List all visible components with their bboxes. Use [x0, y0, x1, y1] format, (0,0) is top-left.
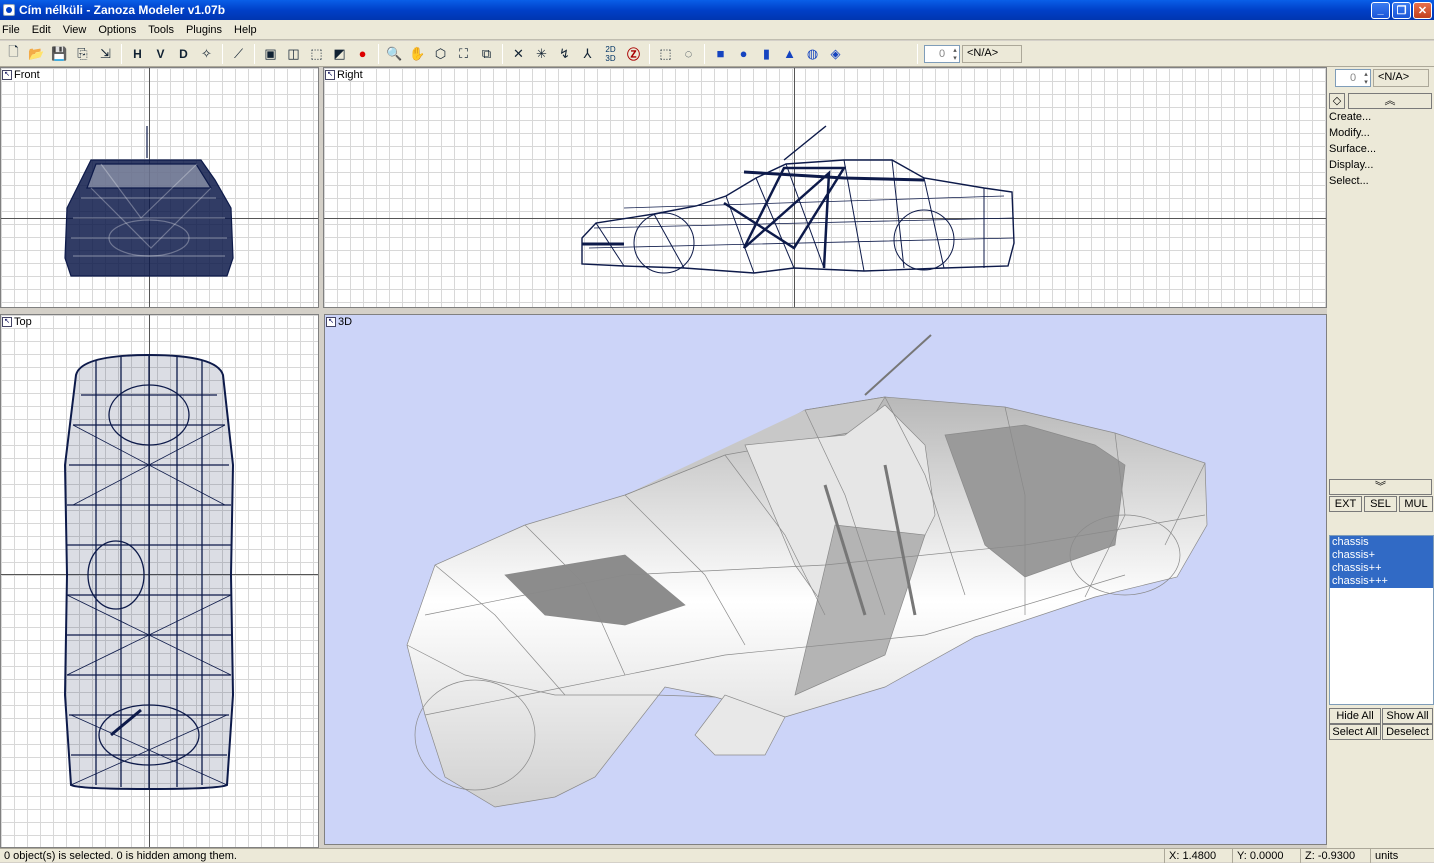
circle-select-icon[interactable]: ◌ — [678, 43, 700, 65]
viewport-label-top: ↖ Top — [2, 316, 34, 328]
zoom-all-icon[interactable]: ⧉ — [476, 43, 498, 65]
import-icon[interactable]: ⎘ — [72, 43, 94, 65]
menu-view[interactable]: View — [61, 24, 93, 36]
save-icon[interactable]: 💾 — [49, 43, 71, 65]
collapse-up-button[interactable]: ︽ — [1348, 93, 1432, 109]
status-units: units — [1370, 849, 1434, 863]
deselect-button[interactable]: Deselect — [1382, 724, 1433, 740]
box-rotate-icon[interactable]: ⬚ — [306, 43, 328, 65]
menu-help[interactable]: Help — [232, 24, 263, 36]
status-x: X: 1.4800 — [1164, 849, 1232, 863]
status-message: 0 object(s) is selected. 0 is hidden amo… — [4, 850, 237, 862]
maximize-button[interactable]: ❐ — [1392, 1, 1411, 19]
panel-nav-field[interactable]: <N/A> — [1373, 69, 1429, 87]
primitive-cylinder-icon[interactable]: ▮ — [756, 43, 778, 65]
window-title: Cím nélküli - Zanoza Modeler v1.07b — [19, 3, 226, 17]
primitive-box-icon[interactable]: ■ — [710, 43, 732, 65]
object-list[interactable]: chassis chassis+ chassis++ chassis+++ — [1329, 535, 1434, 705]
panel-menu-display[interactable]: Display... — [1327, 158, 1432, 174]
menu-tools[interactable]: Tools — [146, 24, 180, 36]
ext-button[interactable]: EXT — [1329, 496, 1362, 512]
top-wireframe — [63, 353, 235, 791]
perspective-viewport[interactable]: ↖ 3D — [324, 314, 1327, 845]
front-wireframe — [64, 126, 234, 277]
toolbar-spinner[interactable]: 0 — [924, 44, 960, 63]
toolbar-nav-field[interactable]: <N/A> — [962, 44, 1022, 63]
h-button[interactable]: H — [127, 43, 149, 65]
cube-view-icon[interactable]: ⬡ — [430, 43, 452, 65]
axis-pivot-icon[interactable]: ⅄ — [577, 43, 599, 65]
viewport-label-right: ↖ Right — [325, 69, 365, 81]
zoom-icon[interactable]: 🔍 — [384, 43, 406, 65]
zoom-extents-icon[interactable]: ⛶ — [453, 43, 475, 65]
pan-hand-icon[interactable]: ✋ — [407, 43, 429, 65]
menu-file[interactable]: File — [0, 24, 26, 36]
open-folder-icon[interactable]: 📂 — [26, 43, 48, 65]
viewport-label-3d: ↖ 3D — [326, 316, 354, 328]
close-button[interactable]: ✕ — [1413, 1, 1432, 19]
new-file-icon[interactable]: 🗋 — [3, 43, 25, 65]
sel-button[interactable]: SEL — [1364, 496, 1397, 512]
minimize-button[interactable]: _ — [1371, 1, 1390, 19]
primitive-torus-icon[interactable]: ◍ — [802, 43, 824, 65]
panel-toggle-button[interactable]: ◇ — [1329, 93, 1345, 109]
viewport-pin-icon[interactable]: ↖ — [2, 70, 12, 80]
d-button[interactable]: D — [173, 43, 195, 65]
viewport-pin-icon[interactable]: ↖ — [2, 317, 12, 327]
menu-edit[interactable]: Edit — [30, 24, 57, 36]
select-all-button[interactable]: Select All — [1329, 724, 1381, 740]
status-z: Z: -0.9300 — [1300, 849, 1370, 863]
export-icon[interactable]: ⇲ — [95, 43, 117, 65]
toolbar: 🗋 📂 💾 ⎘ ⇲ H V D ✧ ⟋ ▣ ◫ ⬚ ◩ ● 🔍 ✋ ⬡ ⛶ ⧉ … — [0, 41, 1434, 67]
panel-menu: Create... Modify... Surface... Display..… — [1327, 110, 1432, 190]
show-all-button[interactable]: Show All — [1382, 708, 1433, 724]
mul-button[interactable]: MUL — [1399, 496, 1433, 512]
top-viewport[interactable]: ↖ Top — [0, 314, 319, 848]
primitive-cone-icon[interactable]: ▲ — [779, 43, 801, 65]
panel-spinner[interactable]: 0 — [1335, 69, 1371, 87]
status-bar: 0 object(s) is selected. 0 is hidden amo… — [0, 848, 1434, 863]
primitive-sphere-icon[interactable]: ● — [733, 43, 755, 65]
list-item[interactable]: chassis — [1330, 536, 1433, 549]
panel-menu-surface[interactable]: Surface... — [1327, 142, 1432, 158]
rect-select-icon[interactable]: ⬚ — [655, 43, 677, 65]
box-scale-icon[interactable]: ◩ — [329, 43, 351, 65]
axis-move-icon[interactable]: ✕ — [508, 43, 530, 65]
menu-options[interactable]: Options — [96, 24, 142, 36]
viewport-label-front: ↖ Front — [2, 69, 42, 81]
collapse-down-button[interactable]: ︾ — [1329, 479, 1432, 495]
toolbar-separator — [121, 43, 122, 64]
viewport-pin-icon[interactable]: ↖ — [325, 70, 335, 80]
list-item[interactable]: chassis+++ — [1330, 575, 1433, 588]
2d-3d-icon[interactable]: 2D 3D — [600, 43, 622, 65]
command-panel: 0 <N/A> ◇ ︽ Create... Modify... Surface.… — [1327, 67, 1434, 848]
list-item[interactable]: chassis+ — [1330, 549, 1433, 562]
v-button[interactable]: V — [150, 43, 172, 65]
vertex-path-icon[interactable]: ⟋ — [228, 43, 250, 65]
axis-rotate-icon[interactable]: ✳ — [531, 43, 553, 65]
menu-bar: File Edit View Options Tools Plugins Hel… — [0, 20, 1434, 40]
render-sphere-icon[interactable]: ● — [352, 43, 374, 65]
primitive-object-icon[interactable]: ◈ — [825, 43, 847, 65]
scatter-icon[interactable]: ✧ — [196, 43, 218, 65]
front-viewport[interactable]: ↖ Front — [0, 67, 319, 308]
menu-plugins[interactable]: Plugins — [184, 24, 228, 36]
axis-scale-icon[interactable]: ↯ — [554, 43, 576, 65]
right-viewport[interactable]: ↖ Right — [323, 67, 1327, 308]
panel-menu-create[interactable]: Create... — [1327, 110, 1432, 126]
hide-all-button[interactable]: Hide All — [1329, 708, 1381, 724]
title-bar: Cím nélküli - Zanoza Modeler v1.07b _ ❐ … — [0, 0, 1434, 20]
app-icon[interactable] — [3, 4, 15, 16]
panel-menu-modify[interactable]: Modify... — [1327, 126, 1432, 142]
right-wireframe — [581, 125, 1015, 274]
panel-menu-select[interactable]: Select... — [1327, 174, 1432, 190]
box-select-icon[interactable]: ▣ — [260, 43, 282, 65]
viewport-pin-icon[interactable]: ↖ — [326, 317, 336, 327]
status-y: Y: 0.0000 — [1232, 849, 1300, 863]
list-item[interactable]: chassis++ — [1330, 562, 1433, 575]
box-move-icon[interactable]: ◫ — [283, 43, 305, 65]
shaded-model — [406, 334, 1208, 808]
z-axis-icon[interactable]: Ⓩ — [623, 43, 645, 65]
